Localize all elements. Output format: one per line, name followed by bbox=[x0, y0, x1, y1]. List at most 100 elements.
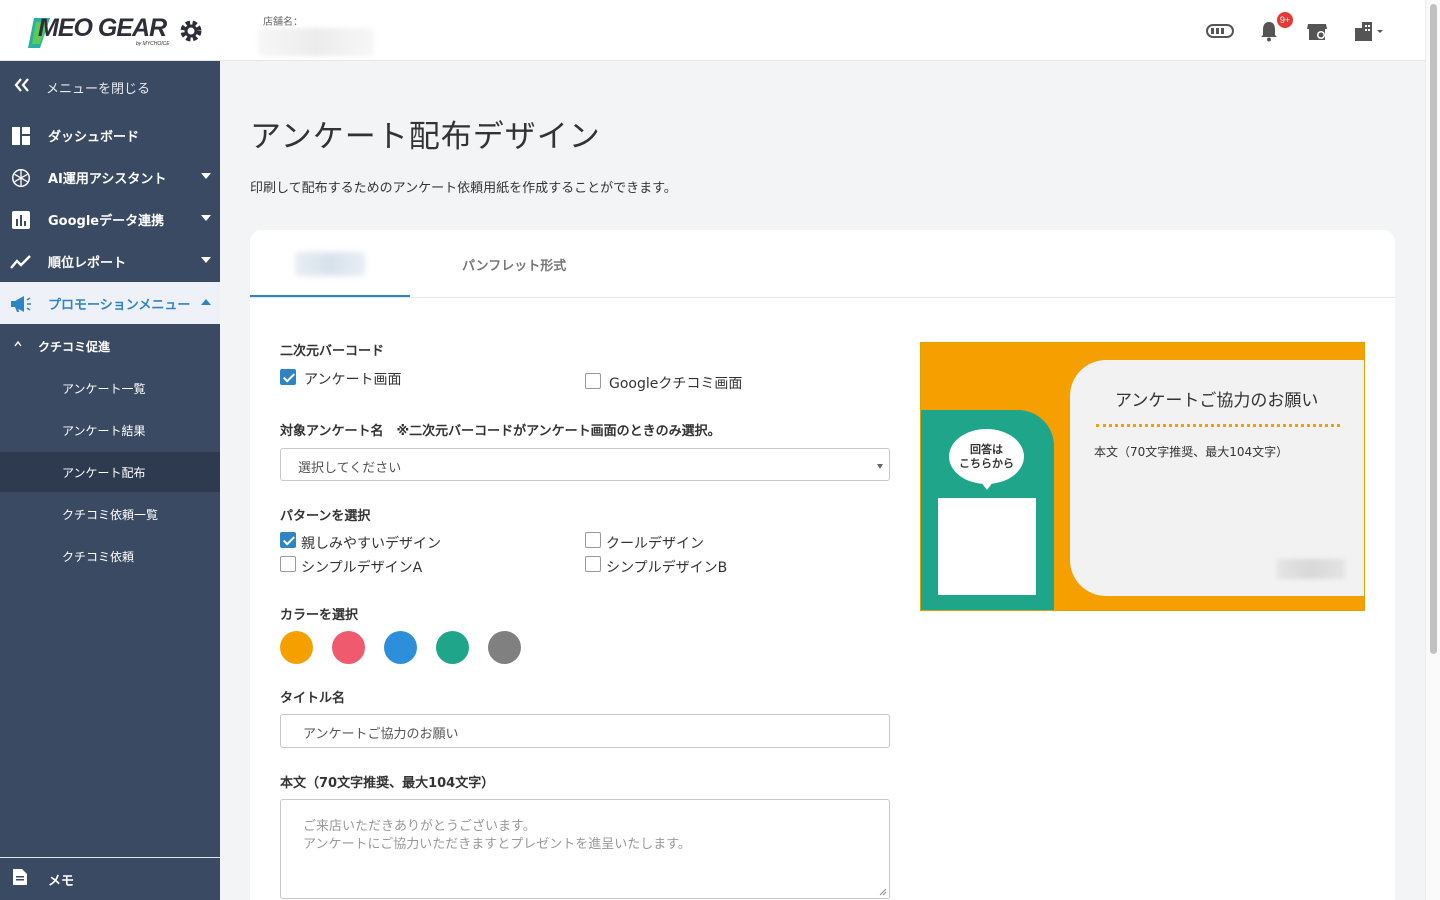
trend-icon bbox=[10, 251, 32, 273]
sidebar-item-label: AI運用アシスタント bbox=[48, 171, 167, 187]
ai-icon bbox=[10, 167, 32, 189]
logo-text: MEO GEAR bbox=[38, 14, 167, 42]
sidebar-item-label: アンケート結果 bbox=[62, 423, 146, 438]
sidebar-item-label: クチコミ依頼一覧 bbox=[62, 507, 159, 522]
tab-label-redacted bbox=[295, 252, 365, 276]
sidebar-item-review-request-list[interactable]: クチコミ依頼一覧 bbox=[0, 494, 220, 534]
scrollbar-thumb[interactable] bbox=[1430, 4, 1437, 654]
sidebar-item-ranking-report[interactable]: 順位レポート bbox=[0, 240, 220, 282]
sidebar-item-label: 順位レポート bbox=[48, 255, 127, 271]
megaphone-icon bbox=[10, 293, 32, 315]
pattern-friendly-label: 親しみやすいデザイン bbox=[301, 536, 441, 552]
store-name-label: 店舗名： bbox=[263, 17, 303, 28]
bar-chart-icon bbox=[10, 209, 32, 231]
sidebar-subgroup-label: クチコミ促進 bbox=[38, 339, 111, 354]
sidebar-item-ai-assistant[interactable]: AI運用アシスタント bbox=[0, 156, 220, 198]
pattern-simple-a-label: シンプルデザインA bbox=[301, 560, 423, 576]
sidebar-item-label: アンケート配布 bbox=[62, 465, 146, 480]
store-icon[interactable] bbox=[1305, 18, 1329, 44]
color-swatch-green[interactable] bbox=[436, 631, 469, 664]
caret-down-icon bbox=[201, 215, 211, 221]
preview-store-name-redacted bbox=[1277, 559, 1345, 579]
qr-code-label: 二次元バーコード bbox=[280, 344, 385, 359]
pattern-label: パターンを選択 bbox=[280, 509, 371, 524]
sidebar-item-label: プロモーションメニュー bbox=[48, 297, 191, 313]
preview-title: アンケートご協力のお願い bbox=[1115, 391, 1319, 411]
body-text-label: 本文（70文字推奨、最大104文字） bbox=[280, 776, 495, 791]
sidebar-item-survey-distribution[interactable]: アンケート配布 bbox=[0, 452, 220, 492]
qr-survey-checkbox[interactable] bbox=[280, 369, 296, 385]
pattern-simple-b-label: シンプルデザインB bbox=[606, 560, 728, 576]
sidebar-item-review-request[interactable]: クチコミ依頼 bbox=[0, 536, 220, 576]
dashboard-icon bbox=[10, 125, 32, 147]
qr-survey-label: アンケート画面 bbox=[304, 372, 402, 388]
preview-qr-placeholder bbox=[938, 498, 1036, 595]
app-logo[interactable]: MEO GEAR by MYCHOICE bbox=[28, 12, 208, 52]
top-header: MEO GEAR by MYCHOICE 店舗名： 9+ bbox=[0, 0, 1425, 61]
dropdown-arrow-icon bbox=[877, 464, 883, 469]
pattern-friendly-checkbox[interactable] bbox=[280, 532, 296, 548]
format-tabs: パンフレット形式 bbox=[250, 230, 1395, 298]
preview-left-panel: 回答は こちらから bbox=[921, 410, 1054, 610]
tab-selected-format[interactable] bbox=[250, 230, 410, 297]
gear-icon bbox=[180, 20, 202, 42]
caret-up-icon bbox=[201, 299, 211, 305]
sidebar-item-google-data[interactable]: Googleデータ連携 bbox=[0, 198, 220, 240]
preview-right-panel: アンケートご協力のお願い 本文（70文字推奨、最大104文字） bbox=[1070, 360, 1364, 596]
preview-body: 本文（70文字推奨、最大104文字） bbox=[1094, 445, 1289, 459]
toggle-icon[interactable] bbox=[1205, 18, 1235, 44]
sidebar-item-label: ダッシュボード bbox=[48, 129, 140, 145]
tab-pamphlet[interactable]: パンフレット形式 bbox=[462, 255, 566, 274]
caret-down-icon bbox=[201, 173, 211, 179]
caret-down-icon bbox=[201, 257, 211, 263]
preview-dotted-divider bbox=[1096, 424, 1340, 427]
design-preview: 回答は こちらから アンケートご協力のお願い 本文（70文字推奨、最大104文字… bbox=[920, 342, 1365, 611]
sidebar-item-memo[interactable]: メモ bbox=[0, 858, 220, 900]
document-icon bbox=[12, 868, 28, 890]
body-text-textarea[interactable]: ご来店いただきありがとうございます。 アンケートにご協力いただきますとプレゼント… bbox=[280, 799, 890, 899]
sidebar-item-dashboard[interactable]: ダッシュボード bbox=[0, 114, 220, 156]
sidebar-item-survey-results[interactable]: アンケート結果 bbox=[0, 410, 220, 450]
color-swatch-orange[interactable] bbox=[280, 631, 313, 664]
resize-handle-icon[interactable] bbox=[879, 888, 887, 896]
color-label: カラーを選択 bbox=[280, 608, 359, 623]
color-swatch-blue[interactable] bbox=[384, 631, 417, 664]
sidebar-item-label: メモ bbox=[48, 873, 75, 889]
target-survey-select[interactable]: 選択してください bbox=[280, 448, 890, 481]
title-name-input[interactable]: アンケートご協力のお願い bbox=[280, 714, 890, 748]
pattern-cool-label: クールデザイン bbox=[606, 536, 704, 552]
pattern-simple-b-checkbox[interactable] bbox=[585, 556, 601, 572]
sidebar-subgroup-review-promotion[interactable]: クチコミ促進 bbox=[0, 326, 220, 366]
pattern-cool-checkbox[interactable] bbox=[585, 532, 601, 548]
target-survey-label: 対象アンケート名 ※二次元バーコードがアンケート画面のときのみ選択。 bbox=[280, 424, 721, 439]
logo-subtext: by MYCHOICE bbox=[136, 41, 170, 47]
page-scrollbar[interactable] bbox=[1425, 0, 1440, 900]
target-survey-value: 選択してください bbox=[298, 461, 402, 476]
sidebar-item-label: Googleデータ連携 bbox=[48, 213, 165, 229]
color-swatch-pink[interactable] bbox=[332, 631, 365, 664]
close-menu-button[interactable]: メニューを閉じる bbox=[0, 61, 220, 113]
design-card: パンフレット形式 二次元バーコード アンケート画面 Googleクチコミ画面 対… bbox=[250, 230, 1395, 900]
chevron-up-icon bbox=[14, 339, 22, 350]
double-chevron-left-icon bbox=[14, 78, 30, 96]
title-name-label: タイトル名 bbox=[280, 691, 346, 706]
building-icon[interactable] bbox=[1352, 18, 1386, 44]
qr-google-review-label: Googleクチコミ画面 bbox=[609, 376, 743, 392]
notification-badge: 9+ bbox=[1277, 12, 1293, 28]
title-name-value: アンケートご協力のお願い bbox=[303, 727, 459, 742]
qr-google-review-checkbox[interactable] bbox=[585, 373, 601, 389]
sidebar-item-promotion-menu[interactable]: プロモーションメニュー bbox=[0, 282, 220, 324]
sidebar-item-survey-list[interactable]: アンケート一覧 bbox=[0, 368, 220, 408]
store-name-value bbox=[258, 28, 374, 56]
close-menu-label: メニューを閉じる bbox=[46, 81, 151, 97]
preview-bubble-line2: こちらから bbox=[959, 456, 1014, 470]
sidebar: メニューを閉じる ダッシュボード AI運用アシスタント Googleデータ連携 … bbox=[0, 61, 220, 900]
page-description: 印刷して配布するためのアンケート依頼用紙を作成することができます。 bbox=[250, 181, 677, 196]
pattern-simple-a-checkbox[interactable] bbox=[280, 556, 296, 572]
preview-speech-bubble: 回答は こちらから bbox=[949, 429, 1024, 490]
color-swatch-gray[interactable] bbox=[488, 631, 521, 664]
body-text-placeholder: ご来店いただきありがとうございます。 アンケートにご協力いただきますとプレゼント… bbox=[303, 819, 691, 852]
preview-bubble-line1: 回答は bbox=[970, 442, 1003, 456]
page-title: アンケート配布デザイン bbox=[250, 119, 601, 155]
sidebar-item-label: クチコミ依頼 bbox=[62, 549, 135, 564]
